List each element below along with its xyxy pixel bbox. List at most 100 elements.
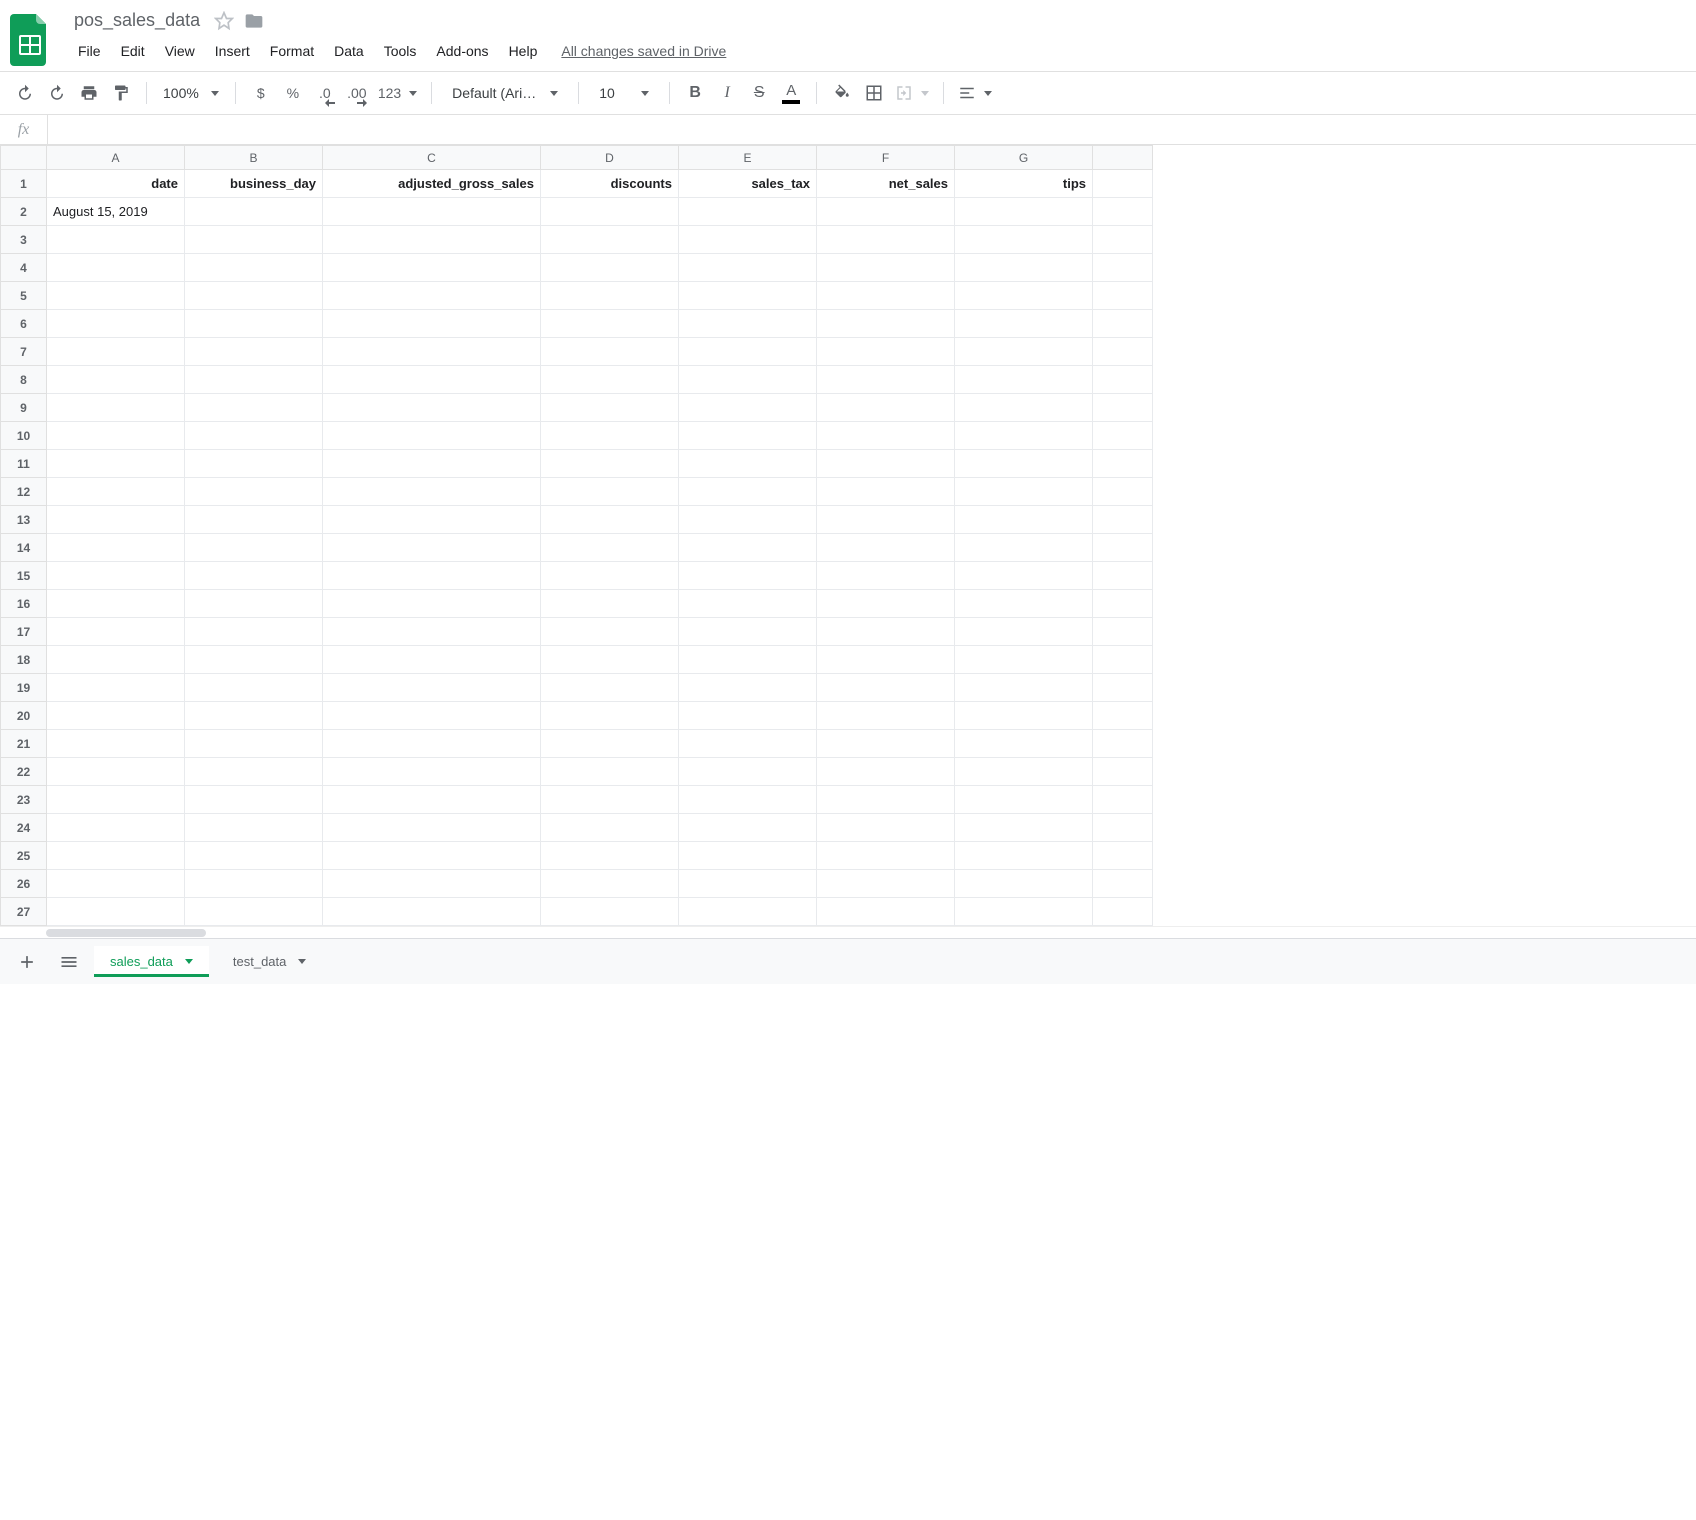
row-header-18[interactable]: 18 xyxy=(1,646,47,674)
column-header-F[interactable]: F xyxy=(817,146,955,170)
cell-A9[interactable] xyxy=(47,394,185,422)
cell-G14[interactable] xyxy=(955,534,1093,562)
cell-B14[interactable] xyxy=(185,534,323,562)
cell-E12[interactable] xyxy=(679,478,817,506)
cell-B13[interactable] xyxy=(185,506,323,534)
row-header-5[interactable]: 5 xyxy=(1,282,47,310)
cell-B23[interactable] xyxy=(185,786,323,814)
cell-B7[interactable] xyxy=(185,338,323,366)
cell-G17[interactable] xyxy=(955,618,1093,646)
cell-A3[interactable] xyxy=(47,226,185,254)
row-header-20[interactable]: 20 xyxy=(1,702,47,730)
cell-B2[interactable] xyxy=(185,198,323,226)
cell-E26[interactable] xyxy=(679,870,817,898)
cell-G8[interactable] xyxy=(955,366,1093,394)
cell-E23[interactable] xyxy=(679,786,817,814)
cell-extra-27[interactable] xyxy=(1093,898,1153,926)
borders-button[interactable] xyxy=(859,78,889,108)
cell-F12[interactable] xyxy=(817,478,955,506)
cell-A7[interactable] xyxy=(47,338,185,366)
cell-extra-23[interactable] xyxy=(1093,786,1153,814)
cell-B19[interactable] xyxy=(185,674,323,702)
column-header-B[interactable]: B xyxy=(185,146,323,170)
cell-D20[interactable] xyxy=(541,702,679,730)
cell-extra-17[interactable] xyxy=(1093,618,1153,646)
cell-G16[interactable] xyxy=(955,590,1093,618)
cell-C27[interactable] xyxy=(323,898,541,926)
cell-D23[interactable] xyxy=(541,786,679,814)
cell-extra-22[interactable] xyxy=(1093,758,1153,786)
menu-file[interactable]: File xyxy=(70,39,109,63)
cell-F24[interactable] xyxy=(817,814,955,842)
menu-tools[interactable]: Tools xyxy=(376,39,425,63)
cell-C18[interactable] xyxy=(323,646,541,674)
cell-E19[interactable] xyxy=(679,674,817,702)
cell-C10[interactable] xyxy=(323,422,541,450)
cell-D1[interactable]: discounts xyxy=(541,170,679,198)
cell-G15[interactable] xyxy=(955,562,1093,590)
cell-C3[interactable] xyxy=(323,226,541,254)
cell-E6[interactable] xyxy=(679,310,817,338)
row-header-15[interactable]: 15 xyxy=(1,562,47,590)
cell-C24[interactable] xyxy=(323,814,541,842)
cell-extra-10[interactable] xyxy=(1093,422,1153,450)
document-title[interactable]: pos_sales_data xyxy=(70,8,204,33)
row-header-12[interactable]: 12 xyxy=(1,478,47,506)
cell-F18[interactable] xyxy=(817,646,955,674)
font-family-dropdown[interactable]: Default (Ari… xyxy=(442,85,568,101)
cell-B24[interactable] xyxy=(185,814,323,842)
formula-input[interactable] xyxy=(48,115,1696,144)
decrease-decimal-button[interactable]: .0 xyxy=(310,78,340,108)
row-header-11[interactable]: 11 xyxy=(1,450,47,478)
merge-cells-dropdown[interactable] xyxy=(891,78,933,108)
italic-button[interactable]: I xyxy=(712,78,742,108)
cell-D2[interactable] xyxy=(541,198,679,226)
sheets-app-icon[interactable] xyxy=(8,10,52,70)
cell-E8[interactable] xyxy=(679,366,817,394)
cell-A12[interactable] xyxy=(47,478,185,506)
row-header-23[interactable]: 23 xyxy=(1,786,47,814)
cell-F11[interactable] xyxy=(817,450,955,478)
cell-G5[interactable] xyxy=(955,282,1093,310)
cell-F6[interactable] xyxy=(817,310,955,338)
cell-G4[interactable] xyxy=(955,254,1093,282)
cell-E22[interactable] xyxy=(679,758,817,786)
cell-C15[interactable] xyxy=(323,562,541,590)
cell-A18[interactable] xyxy=(47,646,185,674)
cell-C14[interactable] xyxy=(323,534,541,562)
cell-E9[interactable] xyxy=(679,394,817,422)
cell-A24[interactable] xyxy=(47,814,185,842)
cell-E2[interactable] xyxy=(679,198,817,226)
cell-A10[interactable] xyxy=(47,422,185,450)
row-header-27[interactable]: 27 xyxy=(1,898,47,926)
move-folder-icon[interactable] xyxy=(244,11,264,31)
cell-A2[interactable]: August 15, 2019 xyxy=(47,198,185,226)
cell-E18[interactable] xyxy=(679,646,817,674)
cell-B11[interactable] xyxy=(185,450,323,478)
row-header-17[interactable]: 17 xyxy=(1,618,47,646)
cell-F8[interactable] xyxy=(817,366,955,394)
cell-A22[interactable] xyxy=(47,758,185,786)
cell-E14[interactable] xyxy=(679,534,817,562)
cell-D7[interactable] xyxy=(541,338,679,366)
cell-B21[interactable] xyxy=(185,730,323,758)
cell-F7[interactable] xyxy=(817,338,955,366)
cell-extra-8[interactable] xyxy=(1093,366,1153,394)
fill-color-button[interactable] xyxy=(827,78,857,108)
cell-A4[interactable] xyxy=(47,254,185,282)
cell-A23[interactable] xyxy=(47,786,185,814)
column-header-D[interactable]: D xyxy=(541,146,679,170)
cell-F20[interactable] xyxy=(817,702,955,730)
cell-F9[interactable] xyxy=(817,394,955,422)
cell-E11[interactable] xyxy=(679,450,817,478)
row-header-21[interactable]: 21 xyxy=(1,730,47,758)
horizontal-scrollbar[interactable] xyxy=(0,926,1696,938)
cell-B20[interactable] xyxy=(185,702,323,730)
horizontal-align-dropdown[interactable] xyxy=(954,78,996,108)
cell-F15[interactable] xyxy=(817,562,955,590)
cell-extra-14[interactable] xyxy=(1093,534,1153,562)
text-color-button[interactable]: A xyxy=(776,78,806,108)
cell-A13[interactable] xyxy=(47,506,185,534)
cell-extra-2[interactable] xyxy=(1093,198,1153,226)
cell-extra-4[interactable] xyxy=(1093,254,1153,282)
